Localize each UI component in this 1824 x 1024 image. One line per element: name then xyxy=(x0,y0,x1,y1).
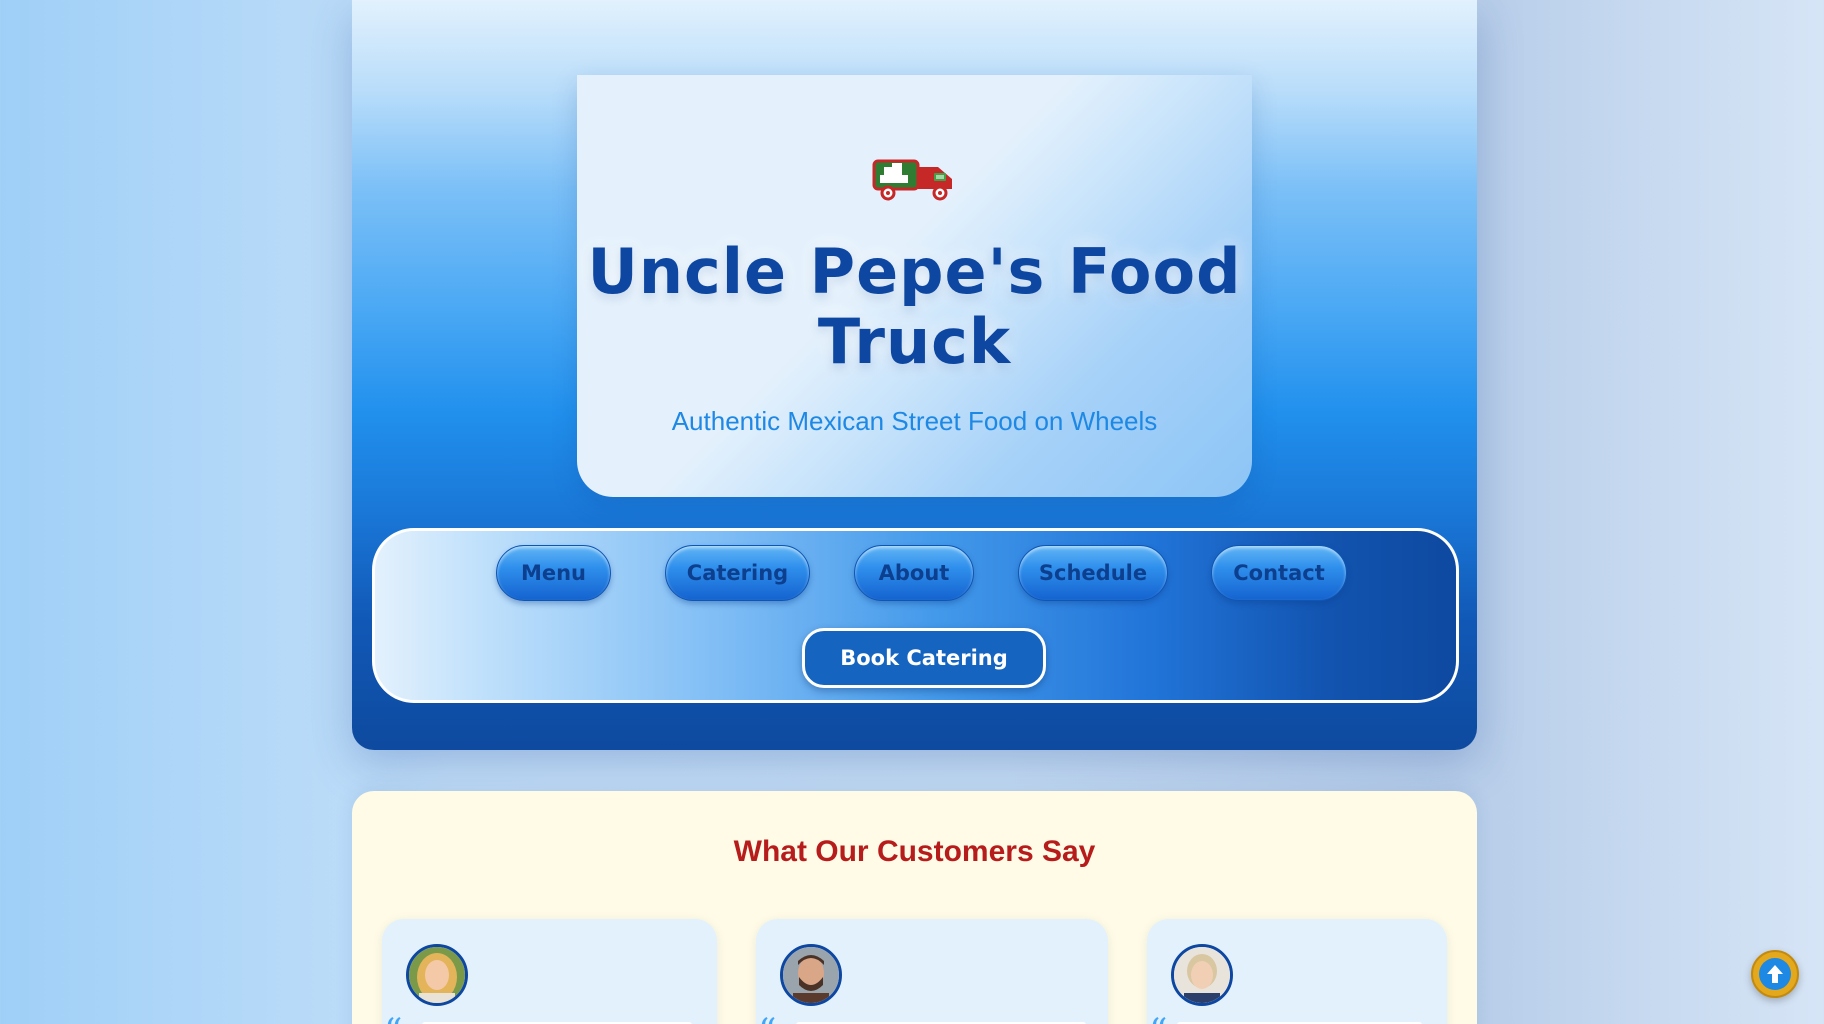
avatar xyxy=(1171,944,1233,1006)
arrow-up-icon xyxy=(1767,965,1783,983)
testimonials-section: What Our Customers Say “ “ xyxy=(352,791,1477,1024)
testimonial-card: “ xyxy=(756,919,1108,1024)
quote-icon: “ xyxy=(1149,1015,1167,1024)
nav-contact-button[interactable]: Contact xyxy=(1211,545,1347,601)
avatar xyxy=(406,944,468,1006)
main-navigation: Menu Catering About Schedule Contact Boo… xyxy=(372,528,1459,703)
nav-catering-button[interactable]: Catering xyxy=(665,545,810,601)
testimonials-heading: What Our Customers Say xyxy=(733,835,1096,868)
book-catering-button[interactable]: Book Catering xyxy=(802,628,1046,688)
scroll-to-top-button[interactable] xyxy=(1751,950,1799,998)
scroll-to-top-inner xyxy=(1759,958,1791,990)
testimonial-card: “ xyxy=(1147,919,1447,1024)
site-tagline: Authentic Mexican Street Food on Wheels xyxy=(671,406,1158,436)
nav-about-button[interactable]: About xyxy=(854,545,974,601)
avatar-woman-short-hair-icon xyxy=(1174,947,1230,1003)
avatar-woman-blonde-icon xyxy=(409,947,465,1003)
quote-icon: “ xyxy=(384,1015,402,1024)
nav-row: Menu Catering About Schedule Contact xyxy=(375,545,1456,601)
testimonial-card: “ xyxy=(382,919,717,1024)
avatar-man-beard-icon xyxy=(783,947,839,1003)
avatar xyxy=(780,944,842,1006)
nav-menu-button[interactable]: Menu xyxy=(496,545,611,601)
title-card: Uncle Pepe's Food Truck Authentic Mexica… xyxy=(577,75,1252,497)
quote-icon: “ xyxy=(758,1015,776,1024)
food-truck-icon xyxy=(872,159,952,201)
site-title: Uncle Pepe's Food Truck xyxy=(587,235,1242,378)
nav-schedule-button[interactable]: Schedule xyxy=(1018,545,1168,601)
hero-header: Uncle Pepe's Food Truck Authentic Mexica… xyxy=(352,0,1477,750)
